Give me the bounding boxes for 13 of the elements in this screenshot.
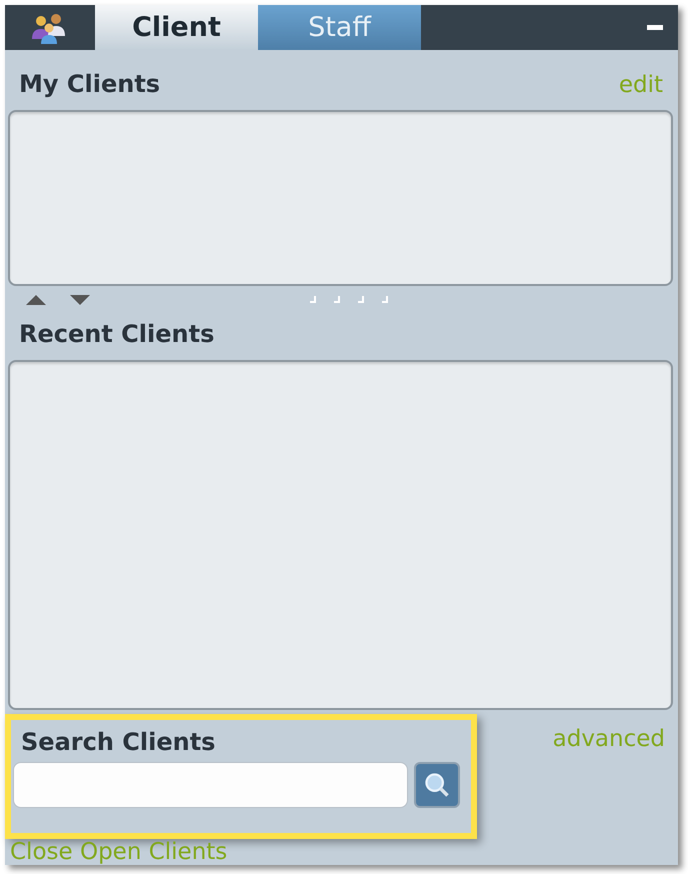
edit-link[interactable]: edit — [618, 72, 663, 98]
tab[interactable]: Staff — [258, 5, 421, 50]
tab[interactable]: Client — [95, 5, 258, 50]
up-arrow-icon[interactable] — [26, 295, 46, 305]
section-title: Search Clients — [21, 728, 216, 756]
close-open-clients-link[interactable]: Close Open Clients — [8, 839, 228, 865]
search-field[interactable] — [13, 762, 408, 808]
section-title: Recent Clients — [19, 320, 214, 348]
down-arrow-icon[interactable] — [70, 295, 90, 305]
search-button[interactable] — [414, 762, 460, 808]
search-icon — [423, 771, 451, 799]
advanced-link[interactable]: advanced — [552, 726, 665, 752]
section-title: My Clients — [19, 70, 160, 98]
